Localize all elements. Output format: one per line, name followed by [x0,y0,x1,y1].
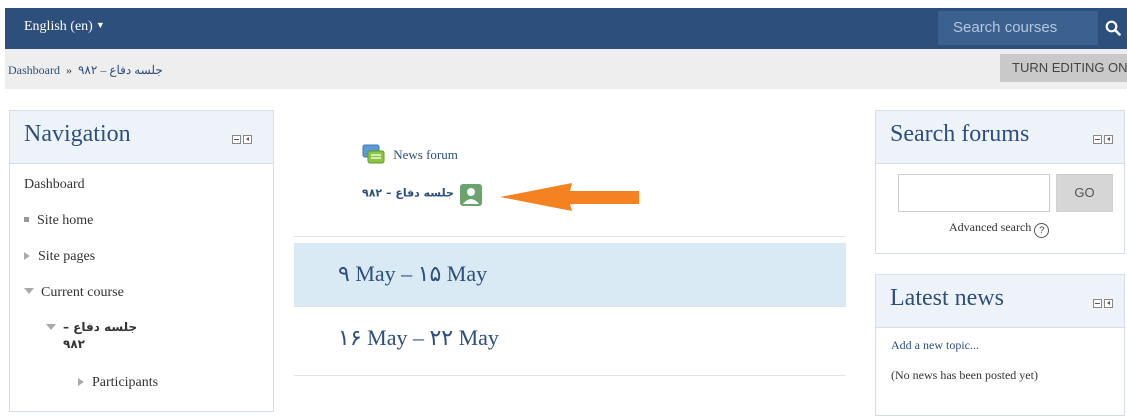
advanced-search-label: Advanced search [949,220,1032,234]
nav-item-label: Current course [41,285,124,300]
course-name: جلسه دفاع – ۹۸۲ [63,319,137,353]
nav-item-label: Site pages [38,249,96,264]
dock-icon[interactable] [243,135,252,144]
nav-item-site-home[interactable]: Site home [24,213,93,229]
news-forum-link: News forum [393,147,458,162]
nav-item-label: Site home [37,213,94,228]
minimize-icon[interactable] [1093,299,1102,308]
breadcrumb: Dashboard » جلسه دفاع – ۹۸۲ [8,63,163,78]
search-courses-input[interactable]: Search courses [938,11,1098,45]
nav-item-current-course[interactable]: Current course [24,285,124,301]
no-news-message: (No news has been posted yet) [891,368,1038,382]
expand-right-icon [78,378,84,386]
expand-right-icon [24,252,30,260]
forum-icon [362,144,385,164]
language-label: English (en) [24,19,93,34]
search-forums-block: Search forums GO Advanced search? [875,110,1125,254]
activity-news-forum[interactable]: News forum [362,143,458,167]
nav-item-dashboard[interactable]: Dashboard [24,177,85,193]
minimize-icon[interactable] [232,135,241,144]
minimize-icon[interactable] [1093,135,1102,144]
nav-item-participants[interactable]: Participants [78,375,158,391]
section-title: ۹ May – ۱۵ May [338,261,488,286]
add-new-topic-link[interactable]: Add a new topic... [891,338,979,353]
top-navbar: English (en) ▼ Search courses [5,8,1127,49]
breadcrumb-bar: Dashboard » جلسه دفاع – ۹۸۲ TURN EDITING O… [5,49,1127,89]
nav-item-site-pages[interactable]: Site pages [24,249,95,265]
search-forums-header: Search forums [876,111,1124,164]
help-icon[interactable]: ? [1034,223,1050,238]
dock-icon[interactable] [1104,135,1113,144]
section-title: ۱۶ May – ۲۲ May [338,325,499,350]
latest-news-block: Latest news Add a new topic... (No news … [875,274,1125,416]
block-controls [1093,299,1113,308]
turn-editing-on-button[interactable]: TURN EDITING ON [1000,54,1127,82]
search-forums-input[interactable] [898,174,1050,212]
navigation-block-header: Navigation [10,111,273,164]
section-week-2[interactable]: ۱۶ May – ۲۲ May [294,307,846,370]
latest-news-title: Latest news [890,285,1004,311]
breadcrumb-course[interactable]: جلسه دفاع – ۹۸۲ [78,63,163,77]
navigation-block: Navigation Dashboard Site home Site page… [9,110,274,412]
expand-down-icon [24,288,34,294]
search-icon [1105,20,1121,36]
section-divider [294,375,846,376]
navigation-title: Navigation [24,121,131,147]
pointer-arrow-icon [500,183,639,211]
breadcrumb-separator: » [65,63,72,77]
course-name-line1: جلسه دفاع – [63,320,138,334]
nav-item-course[interactable]: جلسه دفاع – ۹۸۲ [46,319,137,353]
language-menu[interactable]: English (en) ▼ [24,19,105,35]
course-activity-link: جلسه دفاع – ۹۸۲ [362,186,454,200]
section-divider [294,236,846,237]
dock-icon[interactable] [1104,299,1113,308]
advanced-search-link[interactable]: Advanced search? [949,220,1050,238]
breadcrumb-dashboard[interactable]: Dashboard [8,63,60,77]
search-button[interactable] [1098,11,1127,45]
search-forums-title: Search forums [890,121,1030,147]
user-group-icon [459,184,482,206]
go-button[interactable]: GO [1056,174,1113,212]
course-name-line2: ۹۸۲ [63,337,85,351]
latest-news-header: Latest news [876,275,1124,328]
block-controls [1093,135,1113,144]
caret-down-icon: ▼ [95,20,105,30]
activity-course-page[interactable]: جلسه دفاع – ۹۸۲ [362,184,482,206]
nav-item-label: Participants [92,375,159,390]
expand-down-icon [46,324,56,330]
block-controls [232,135,252,144]
bullet-icon [24,217,29,222]
section-week-1[interactable]: ۹ May – ۱۵ May [294,243,846,306]
